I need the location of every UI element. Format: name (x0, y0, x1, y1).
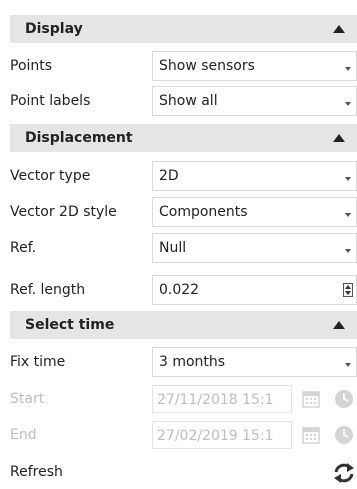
start-datetime-value: 27/11/2018 15:1 (157, 392, 274, 408)
end-datetime-input[interactable]: 27/02/2019 15:1 (152, 421, 292, 449)
chevron-down-icon (345, 363, 351, 367)
spin-up-icon[interactable] (345, 285, 351, 289)
select-time-section-title: Select time (25, 317, 115, 333)
ref-select-value: Null (159, 240, 187, 256)
vector-2d-style-select[interactable]: Components (152, 197, 357, 227)
points-select[interactable]: Show sensors (152, 51, 357, 81)
chevron-down-icon (345, 67, 351, 71)
fix-time-label: Fix time (10, 354, 66, 370)
ref-select[interactable]: Null (152, 233, 357, 263)
vector-2d-style-select-value: Components (159, 204, 248, 220)
refresh-label: Refresh (10, 464, 63, 480)
point-labels-label: Point labels (10, 93, 91, 109)
ref-length-input[interactable]: 0.022 (152, 275, 357, 305)
display-section-title: Display (25, 21, 83, 37)
point-labels-select-value: Show all (159, 93, 218, 109)
ref-row: Ref. Null (0, 232, 357, 264)
vector-type-select[interactable]: 2D (152, 161, 357, 191)
vector-type-row: Vector type 2D (0, 160, 357, 192)
start-label: Start (10, 391, 45, 407)
refresh-row: Refresh (0, 456, 357, 488)
displacement-section-title: Displacement (25, 130, 133, 146)
chevron-down-icon (345, 249, 351, 253)
clock-icon[interactable] (331, 389, 357, 409)
displacement-section-header[interactable]: Displacement (10, 124, 357, 152)
ref-length-value: 0.022 (159, 282, 200, 298)
chevron-down-icon (345, 177, 351, 181)
points-label: Points (10, 58, 53, 74)
collapse-triangle-icon[interactable] (333, 134, 345, 142)
select-time-section-header[interactable]: Select time (10, 311, 357, 339)
start-datetime-input[interactable]: 27/11/2018 15:1 (152, 385, 292, 413)
fix-time-row: Fix time 3 months (0, 346, 357, 378)
vector-type-label: Vector type (10, 168, 91, 184)
collapse-triangle-icon[interactable] (333, 321, 345, 329)
chevron-down-icon (345, 102, 351, 106)
ref-length-label: Ref. length (10, 282, 86, 298)
point-labels-row: Point labels Show all (0, 85, 357, 117)
points-row: Points Show sensors (0, 50, 357, 82)
clock-icon[interactable] (331, 425, 357, 445)
vector-2d-style-row: Vector 2D style Components (0, 196, 357, 228)
end-label: End (10, 427, 37, 443)
vector-type-select-value: 2D (159, 168, 179, 184)
fix-time-select[interactable]: 3 months (152, 347, 357, 377)
calendar-icon[interactable] (301, 425, 321, 445)
calendar-icon[interactable] (301, 389, 321, 409)
ref-label: Ref. (10, 240, 37, 256)
point-labels-select[interactable]: Show all (152, 86, 357, 116)
refresh-icon[interactable] (331, 460, 357, 486)
ref-length-row: Ref. length 0.022 (0, 274, 357, 306)
end-datetime-value: 27/02/2019 15:1 (157, 428, 274, 444)
fix-time-select-value: 3 months (159, 354, 226, 370)
vector-2d-style-label: Vector 2D style (10, 204, 117, 220)
display-section-header[interactable]: Display (10, 15, 357, 43)
spin-down-icon[interactable] (345, 291, 351, 295)
end-row: End 27/02/2019 15:1 (0, 419, 357, 451)
start-row: Start 27/11/2018 15:1 (0, 383, 357, 415)
chevron-down-icon (345, 213, 351, 217)
spinner-buttons[interactable] (343, 283, 353, 297)
points-select-value: Show sensors (159, 58, 255, 74)
collapse-triangle-icon[interactable] (333, 25, 345, 33)
